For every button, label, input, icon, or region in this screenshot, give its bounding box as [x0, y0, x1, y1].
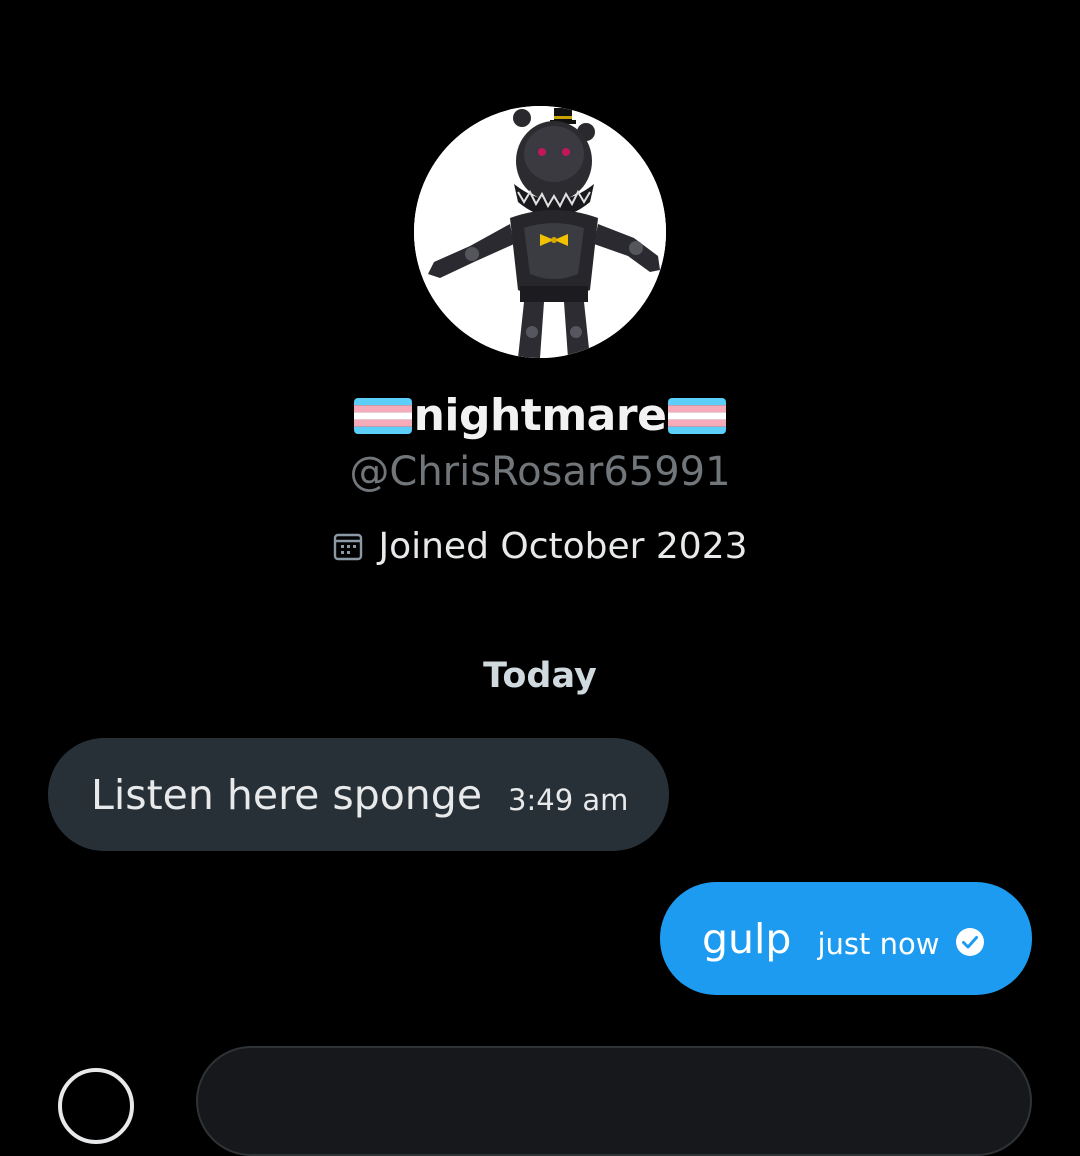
joined-date-row: Joined October 2023	[0, 520, 1080, 572]
message-bubble-sent[interactable]: gulp just now	[660, 882, 1032, 995]
message-text: Listen here sponge	[91, 770, 483, 819]
user-handle[interactable]: @ChrisRosar65991	[0, 446, 1080, 498]
seen-check-icon	[955, 927, 985, 957]
transgender-flag-emoji	[353, 398, 412, 434]
message-composer	[0, 1040, 1080, 1156]
message-input[interactable]	[196, 1046, 1032, 1156]
add-media-button[interactable]	[58, 1068, 134, 1144]
transgender-flag-emoji	[668, 398, 727, 434]
avatar-image	[414, 106, 666, 358]
day-separator: Today	[483, 656, 597, 696]
display-name-row: nightmare	[0, 386, 1080, 446]
calendar-icon	[332, 530, 364, 562]
display-name: nightmare	[413, 390, 667, 441]
avatar[interactable]	[414, 106, 666, 358]
message-timestamp: just now	[817, 926, 940, 961]
message-bubble-received[interactable]: Listen here sponge 3:49 am	[48, 738, 669, 851]
message-text: gulp	[702, 914, 792, 963]
message-timestamp: 3:49 am	[508, 782, 629, 817]
joined-date: Joined October 2023	[378, 525, 748, 567]
